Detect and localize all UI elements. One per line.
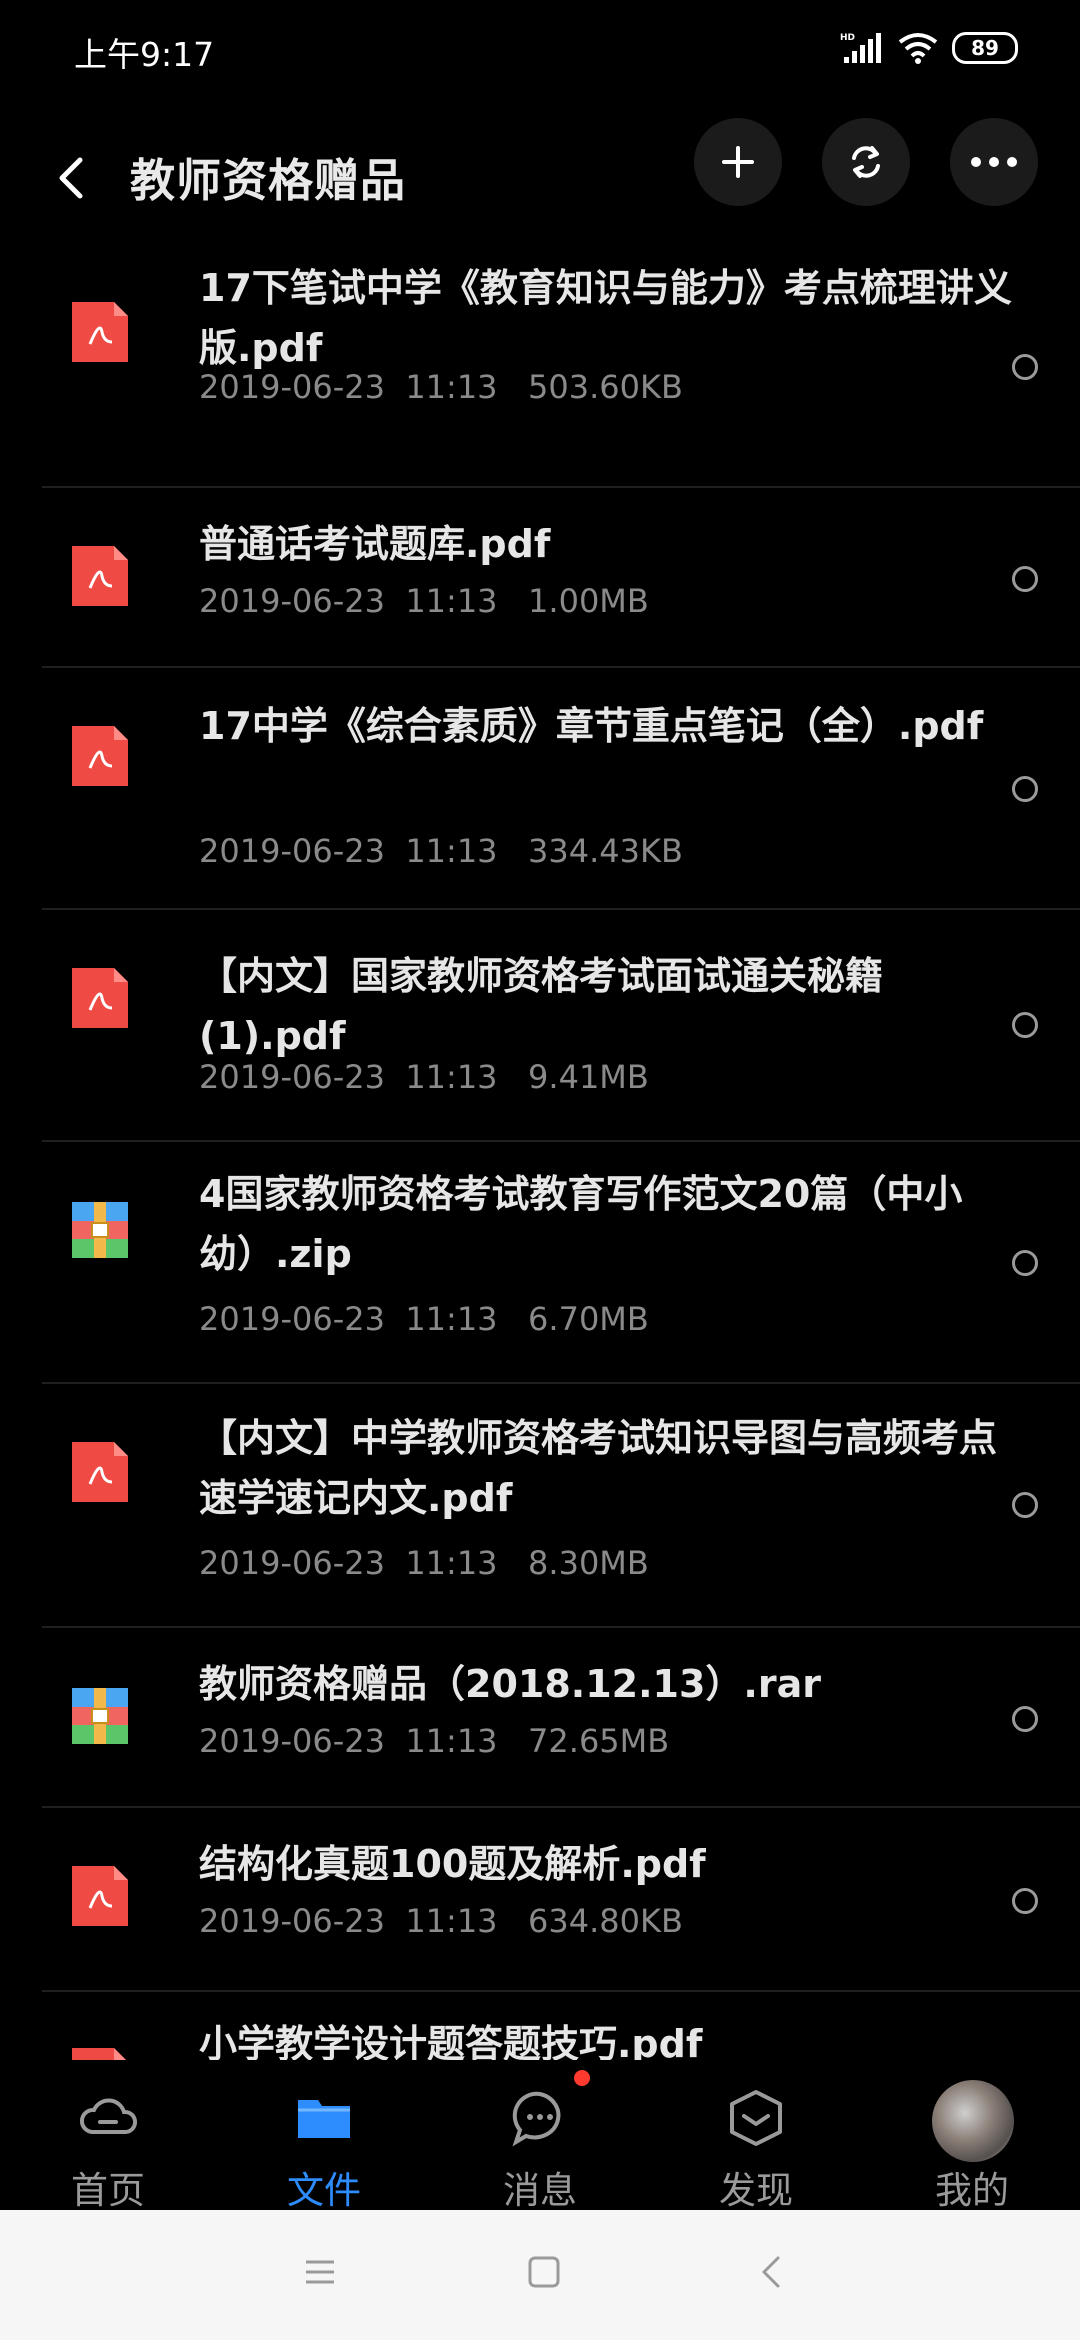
file-row[interactable]: 结构化真题100题及解析.pdf 2019-06-23 11:13 634.80…	[42, 1808, 1080, 1992]
chevron-left-icon	[59, 157, 83, 199]
pdf-icon	[72, 2048, 126, 2060]
more-button[interactable]	[950, 118, 1038, 206]
file-row[interactable]: 【内文】国家教师资格考试面试通关秘籍(1).pdf 2019-06-23 11:…	[42, 910, 1080, 1142]
pdf-icon	[72, 1866, 128, 1926]
status-bar: 上午9:17 HD 89	[0, 0, 1080, 96]
file-row[interactable]: 17中学《综合素质》章节重点笔记（全）.pdf 2019-06-23 11:13…	[42, 668, 1080, 910]
chat-icon	[512, 2091, 561, 2147]
folder-icon	[298, 2100, 350, 2138]
select-radio[interactable]	[1012, 354, 1038, 380]
select-radio[interactable]	[1012, 566, 1038, 592]
file-date: 2019-06-23 11:13	[199, 1722, 498, 1760]
file-date: 2019-06-23 11:13	[199, 1058, 498, 1096]
file-name: 4国家教师资格考试教育写作范文20篇（中小幼）.zip	[199, 1172, 963, 1276]
file-meta: 2019-06-23 11:13 9.41MB	[199, 1058, 649, 1096]
status-icons: HD 89	[840, 26, 1018, 70]
add-button[interactable]	[694, 118, 782, 206]
file-date: 2019-06-23 11:13	[199, 1902, 498, 1940]
wifi-icon	[898, 33, 938, 64]
file-size: 8.30MB	[528, 1544, 649, 1582]
top-bar: 教师资格赠品	[0, 116, 1080, 246]
plus-icon	[722, 146, 754, 178]
select-radio[interactable]	[1012, 1706, 1038, 1732]
file-name: 【内文】国家教师资格考试面试通关秘籍(1).pdf	[199, 954, 884, 1058]
file-name: 17中学《综合素质》章节重点笔记（全）.pdf	[199, 704, 984, 748]
file-row[interactable]: 普通话考试题库.pdf 2019-06-23 11:13 1.00MB	[42, 488, 1080, 668]
avatar[interactable]	[932, 2080, 1014, 2162]
file-size: 9.41MB	[528, 1058, 649, 1096]
more-icon	[971, 157, 1017, 167]
nav-messages[interactable]: 消息	[432, 2060, 648, 2212]
file-date: 2019-06-23 11:13	[199, 1300, 498, 1338]
select-radio[interactable]	[1012, 1012, 1038, 1038]
file-date: 2019-06-23 11:13	[199, 582, 498, 620]
pdf-icon	[72, 968, 128, 1028]
file-date: 2019-06-23 11:13	[199, 368, 498, 406]
status-time: 上午9:17	[74, 35, 215, 74]
system-nav-bar	[0, 2210, 1080, 2340]
select-radio[interactable]	[1012, 776, 1038, 802]
file-list: 17下笔试中学《教育知识与能力》考点梳理讲义版.pdf 2019-06-23 1…	[0, 246, 1080, 2060]
pdf-icon	[72, 302, 128, 362]
nav-discover[interactable]: 发现	[648, 2060, 864, 2212]
archive-icon	[72, 1202, 128, 1258]
file-name: 结构化真题100题及解析.pdf	[199, 1842, 706, 1886]
refresh-icon	[852, 146, 880, 178]
file-name: 普通话考试题库.pdf	[199, 522, 551, 566]
battery-indicator: 89	[952, 32, 1018, 64]
archive-icon	[72, 1688, 128, 1744]
file-row[interactable]: 17下笔试中学《教育知识与能力》考点梳理讲义版.pdf 2019-06-23 1…	[42, 246, 1080, 488]
nav-label: 我的	[935, 2169, 1009, 2212]
file-meta: 2019-06-23 11:13 6.70MB	[199, 1300, 649, 1338]
file-size: 634.80KB	[528, 1902, 683, 1940]
nav-label: 消息	[503, 2169, 577, 2212]
file-size: 503.60KB	[528, 368, 683, 406]
file-size: 72.65MB	[528, 1722, 670, 1760]
file-row[interactable]: 小学教学设计题答题技巧.pdf	[42, 1992, 1080, 2060]
cloud-icon	[79, 2098, 137, 2134]
bottom-nav: 首页 文件 消息 发现 我的	[0, 2060, 1080, 2212]
svg-text:HD: HD	[840, 33, 855, 43]
page-title: 教师资格赠品	[130, 154, 407, 207]
select-radio[interactable]	[1012, 1250, 1038, 1276]
file-row[interactable]: 4国家教师资格考试教育写作范文20篇（中小幼）.zip 2019-06-23 1…	[42, 1142, 1080, 1384]
select-radio[interactable]	[1012, 1888, 1038, 1914]
signal-icon: HD	[840, 33, 881, 63]
back-button[interactable]	[46, 140, 96, 216]
file-name: 17下笔试中学《教育知识与能力》考点梳理讲义版.pdf	[199, 266, 1012, 370]
file-size: 6.70MB	[528, 1300, 649, 1338]
notification-dot	[574, 2070, 590, 2086]
file-meta: 2019-06-23 11:13 503.60KB	[199, 368, 683, 406]
back-nav-icon[interactable]	[752, 2252, 792, 2292]
nav-files[interactable]: 文件	[216, 2060, 432, 2212]
file-name: 【内文】中学教师资格考试知识导图与高频考点速学速记内文.pdf	[199, 1416, 998, 1520]
file-size: 334.43KB	[528, 832, 683, 870]
nav-label: 首页	[71, 2169, 145, 2212]
file-row[interactable]: 教师资格赠品（2018.12.13）.rar 2019-06-23 11:13 …	[42, 1628, 1080, 1808]
select-radio[interactable]	[1012, 1492, 1038, 1518]
file-name: 教师资格赠品（2018.12.13）.rar	[199, 1662, 821, 1706]
nav-home[interactable]: 首页	[0, 2060, 216, 2212]
home-icon[interactable]	[524, 2252, 564, 2292]
file-row[interactable]: 【内文】中学教师资格考试知识导图与高频考点速学速记内文.pdf 2019-06-…	[42, 1384, 1080, 1628]
file-meta: 2019-06-23 11:13 334.43KB	[199, 832, 683, 870]
pdf-icon	[72, 546, 128, 606]
file-meta: 2019-06-23 11:13 8.30MB	[199, 1544, 649, 1582]
file-name: 小学教学设计题答题技巧.pdf	[199, 2022, 703, 2060]
file-meta: 2019-06-23 11:13 634.80KB	[199, 1902, 683, 1940]
nav-label: 发现	[719, 2169, 793, 2212]
file-date: 2019-06-23 11:13	[199, 1544, 498, 1582]
file-meta: 2019-06-23 11:13 72.65MB	[199, 1722, 669, 1760]
nav-label: 文件	[287, 2169, 361, 2212]
menu-icon[interactable]	[300, 2252, 340, 2292]
file-meta: 2019-06-23 11:13 1.00MB	[199, 582, 649, 620]
file-date: 2019-06-23 11:13	[199, 832, 498, 870]
discover-icon	[730, 2090, 782, 2146]
pdf-icon	[72, 726, 128, 786]
refresh-button[interactable]	[822, 118, 910, 206]
file-size: 1.00MB	[528, 582, 649, 620]
pdf-icon	[72, 1442, 128, 1502]
